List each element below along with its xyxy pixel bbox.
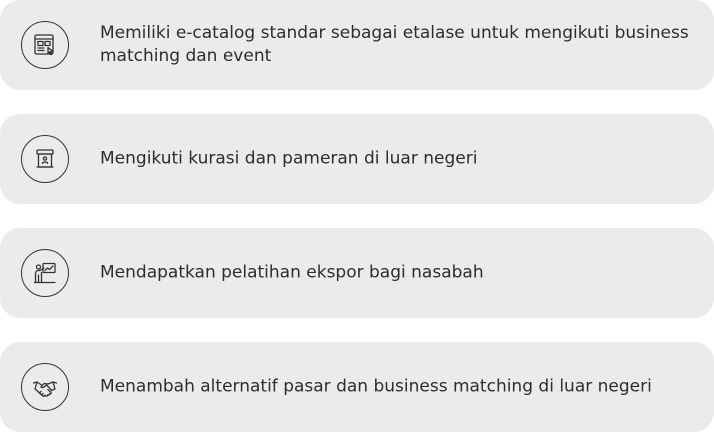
exhibition-booth-icon — [21, 135, 69, 183]
benefit-text: Memiliki e-catalog standar sebagai etala… — [100, 23, 689, 66]
benefit-card-exhibition: Mengikuti kurasi dan pameran di luar neg… — [0, 114, 714, 204]
benefit-card-market: Menambah alternatif pasar dan business m… — [0, 342, 714, 432]
benefit-card-training: Mendapatkan pelatihan ekspor bagi nasaba… — [0, 228, 714, 318]
benefit-card-ecatalog: Memiliki e-catalog standar sebagai etala… — [0, 0, 714, 90]
benefit-text: Mengikuti kurasi dan pameran di luar neg… — [100, 148, 478, 169]
benefits-list: Memiliki e-catalog standar sebagai etala… — [0, 0, 714, 432]
benefit-text: Mendapatkan pelatihan ekspor bagi nasaba… — [100, 262, 484, 283]
benefit-text: Menambah alternatif pasar dan business m… — [100, 376, 652, 397]
ecatalog-storefront-icon — [21, 21, 69, 69]
training-presentation-icon — [21, 249, 69, 297]
handshake-icon — [21, 363, 69, 411]
